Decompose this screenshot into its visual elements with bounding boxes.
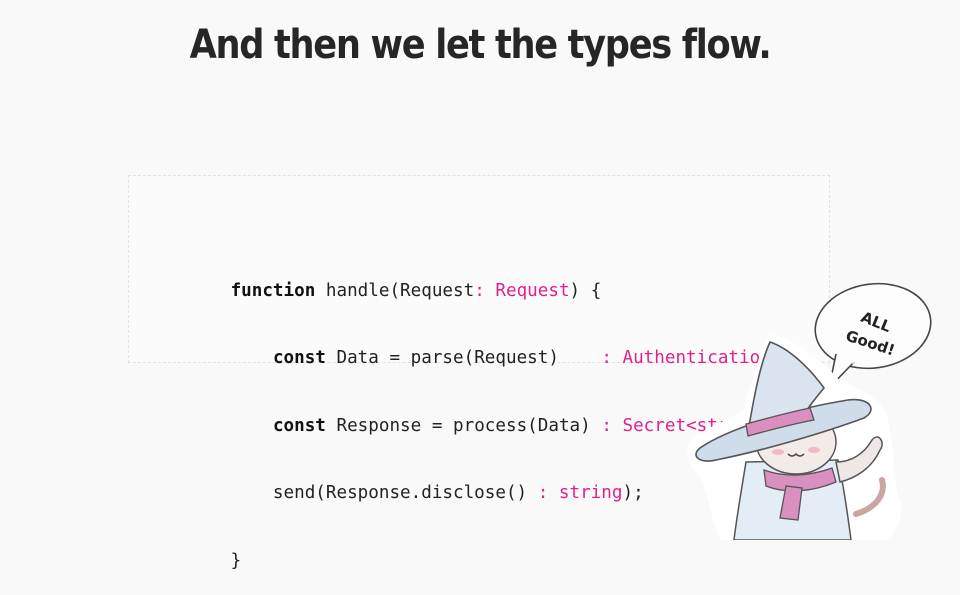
code-token: send(Response.disclose() <box>230 483 538 503</box>
code-token: Response = process(Data) <box>325 415 602 436</box>
code-token: } <box>230 550 242 571</box>
code-line-2: const Data = parse(Request) : Authentica… <box>167 325 771 368</box>
code-token: : string <box>537 483 623 503</box>
code-token: : Request <box>474 280 570 301</box>
wizard-cat-illustration: ALL Good! <box>687 282 932 540</box>
code-token: function <box>230 280 316 301</box>
code-line-4: send(Response.disclose() : string); <box>167 460 771 503</box>
code-line-5: } <box>167 527 771 571</box>
code-listing: function handle(Request: Request) { cons… <box>167 212 771 595</box>
code-token: handle(Request <box>315 280 475 301</box>
code-token: ) { <box>569 280 602 301</box>
code-token: ); <box>622 483 644 503</box>
code-token: Data = parse(Request) <box>325 348 602 368</box>
code-line-1: function handle(Request: Request) { <box>167 257 771 301</box>
slide-title: And then we let the types flow. <box>189 22 772 68</box>
code-token: const <box>272 415 326 436</box>
code-line-3: const Response = process(Data) : Secret<… <box>167 392 771 436</box>
code-token: const <box>272 348 326 368</box>
